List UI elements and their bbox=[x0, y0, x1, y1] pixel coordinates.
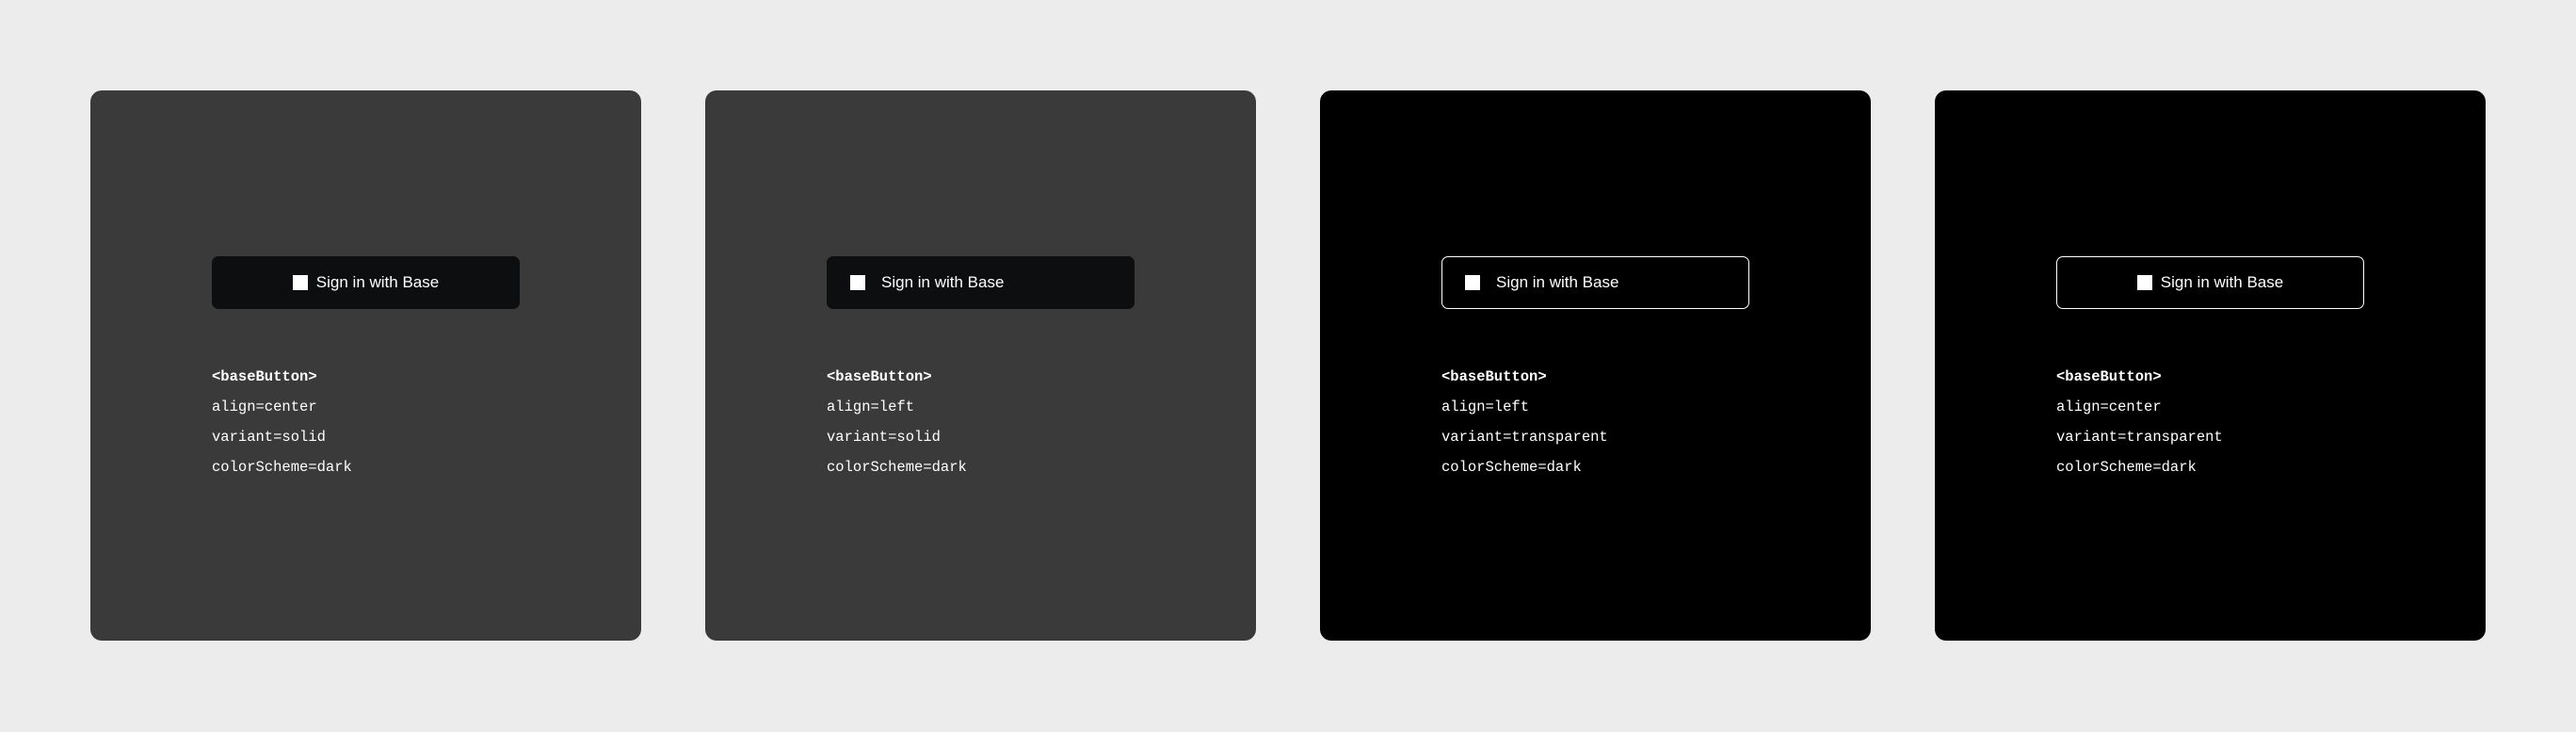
button-label: Sign in with Base bbox=[881, 273, 1005, 291]
base-square-icon bbox=[2136, 275, 2152, 290]
sign-in-with-base-button[interactable]: Sign in with Base bbox=[212, 256, 520, 309]
button-label: Sign in with Base bbox=[1496, 273, 1619, 291]
example-card-center-transparent: Sign in with Base <baseButton> align=cen… bbox=[1935, 90, 2486, 641]
props-list: <baseButton> align=center variant=transp… bbox=[2056, 362, 2223, 482]
sign-in-with-base-button[interactable]: Sign in with Base bbox=[2056, 256, 2364, 309]
prop-align: align=center bbox=[212, 399, 317, 415]
prop-color-scheme: colorScheme=dark bbox=[212, 459, 352, 476]
prop-color-scheme: colorScheme=dark bbox=[2056, 459, 2197, 476]
prop-variant: variant=solid bbox=[827, 429, 941, 446]
props-list: <baseButton> align=left variant=solid co… bbox=[827, 362, 967, 482]
base-square-icon bbox=[850, 275, 865, 290]
sign-in-with-base-button[interactable]: Sign in with Base bbox=[827, 256, 1135, 309]
component-tag: <baseButton> bbox=[212, 368, 317, 385]
component-tag: <baseButton> bbox=[2056, 368, 2162, 385]
prop-color-scheme: colorScheme=dark bbox=[827, 459, 967, 476]
page: { "cards": [ { "button_label": "Sign in … bbox=[0, 0, 2576, 732]
sign-in-with-base-button[interactable]: Sign in with Base bbox=[1441, 256, 1749, 309]
button-label: Sign in with Base bbox=[315, 273, 440, 291]
prop-variant: variant=transparent bbox=[1441, 429, 1608, 446]
prop-variant: variant=solid bbox=[212, 429, 326, 446]
prop-align: align=left bbox=[827, 399, 915, 415]
prop-variant: variant=transparent bbox=[2056, 429, 2223, 446]
props-list: <baseButton> align=center variant=solid … bbox=[212, 362, 352, 482]
component-tag: <baseButton> bbox=[1441, 368, 1547, 385]
example-card-left-solid: Sign in with Base <baseButton> align=lef… bbox=[705, 90, 1256, 641]
button-label: Sign in with Base bbox=[2160, 273, 2284, 291]
component-tag: <baseButton> bbox=[827, 368, 932, 385]
props-list: <baseButton> align=left variant=transpar… bbox=[1441, 362, 1608, 482]
example-card-left-transparent: Sign in with Base <baseButton> align=lef… bbox=[1320, 90, 1871, 641]
example-card-center-solid: Sign in with Base <baseButton> align=cen… bbox=[90, 90, 641, 641]
prop-align: align=left bbox=[1441, 399, 1530, 415]
base-square-icon bbox=[292, 275, 308, 290]
prop-align: align=center bbox=[2056, 399, 2162, 415]
prop-color-scheme: colorScheme=dark bbox=[1441, 459, 1582, 476]
base-square-icon bbox=[1465, 275, 1480, 290]
